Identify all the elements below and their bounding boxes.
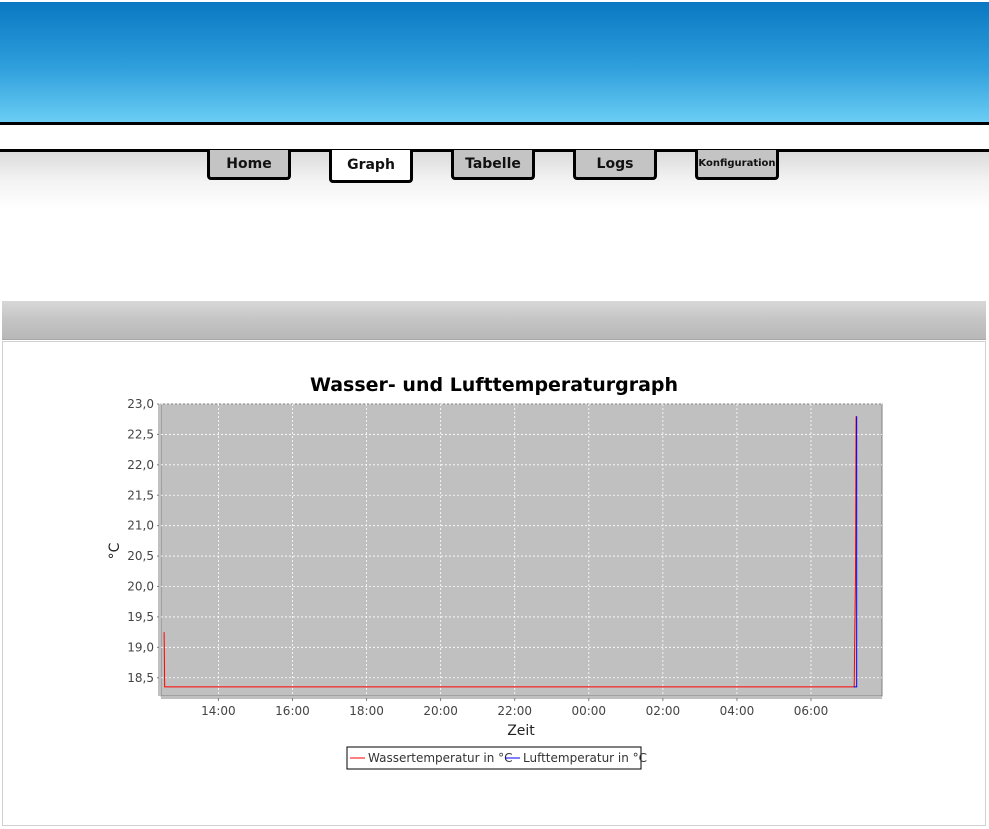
temperature-chart: Wasser- und Lufttemperaturgraph 18,5 19,0… xyxy=(107,374,883,770)
legend-label-air: Lufttemperatur in °C xyxy=(523,751,647,765)
y-tick-label: 22,0 xyxy=(127,458,154,472)
y-axis-title: °C xyxy=(107,542,123,559)
y-tick-label: 19,5 xyxy=(127,610,154,624)
x-tick-label: 04:00 xyxy=(720,704,755,718)
x-tick-label: 22:00 xyxy=(497,704,532,718)
y-tick-label: 19,0 xyxy=(127,640,154,654)
x-tick-label: 00:00 xyxy=(571,704,606,718)
y-tick-label: 21,5 xyxy=(127,488,154,502)
y-tick-label: 20,5 xyxy=(127,549,154,563)
x-tick-label: 20:00 xyxy=(423,704,458,718)
y-tick-label: 23,0 xyxy=(127,397,154,411)
x-tick-label: 14:00 xyxy=(201,704,236,718)
chart-title: Wasser- und Lufttemperaturgraph xyxy=(310,374,678,396)
x-tick-label: 16:00 xyxy=(275,704,310,718)
x-tick-label: 06:00 xyxy=(794,704,829,718)
plot-area xyxy=(160,403,883,697)
x-tick-label: 02:00 xyxy=(646,704,681,718)
legend-label-water: Wassertemperatur in °C xyxy=(368,751,513,765)
y-tick-label: 20,0 xyxy=(127,580,154,594)
x-axis-title: Zeit xyxy=(507,723,535,739)
y-tick-label: 22,5 xyxy=(127,427,154,441)
x-tick-label: 18:00 xyxy=(349,704,384,718)
y-tick-label: 18,5 xyxy=(127,671,154,685)
y-tick-label: 21,0 xyxy=(127,519,154,533)
